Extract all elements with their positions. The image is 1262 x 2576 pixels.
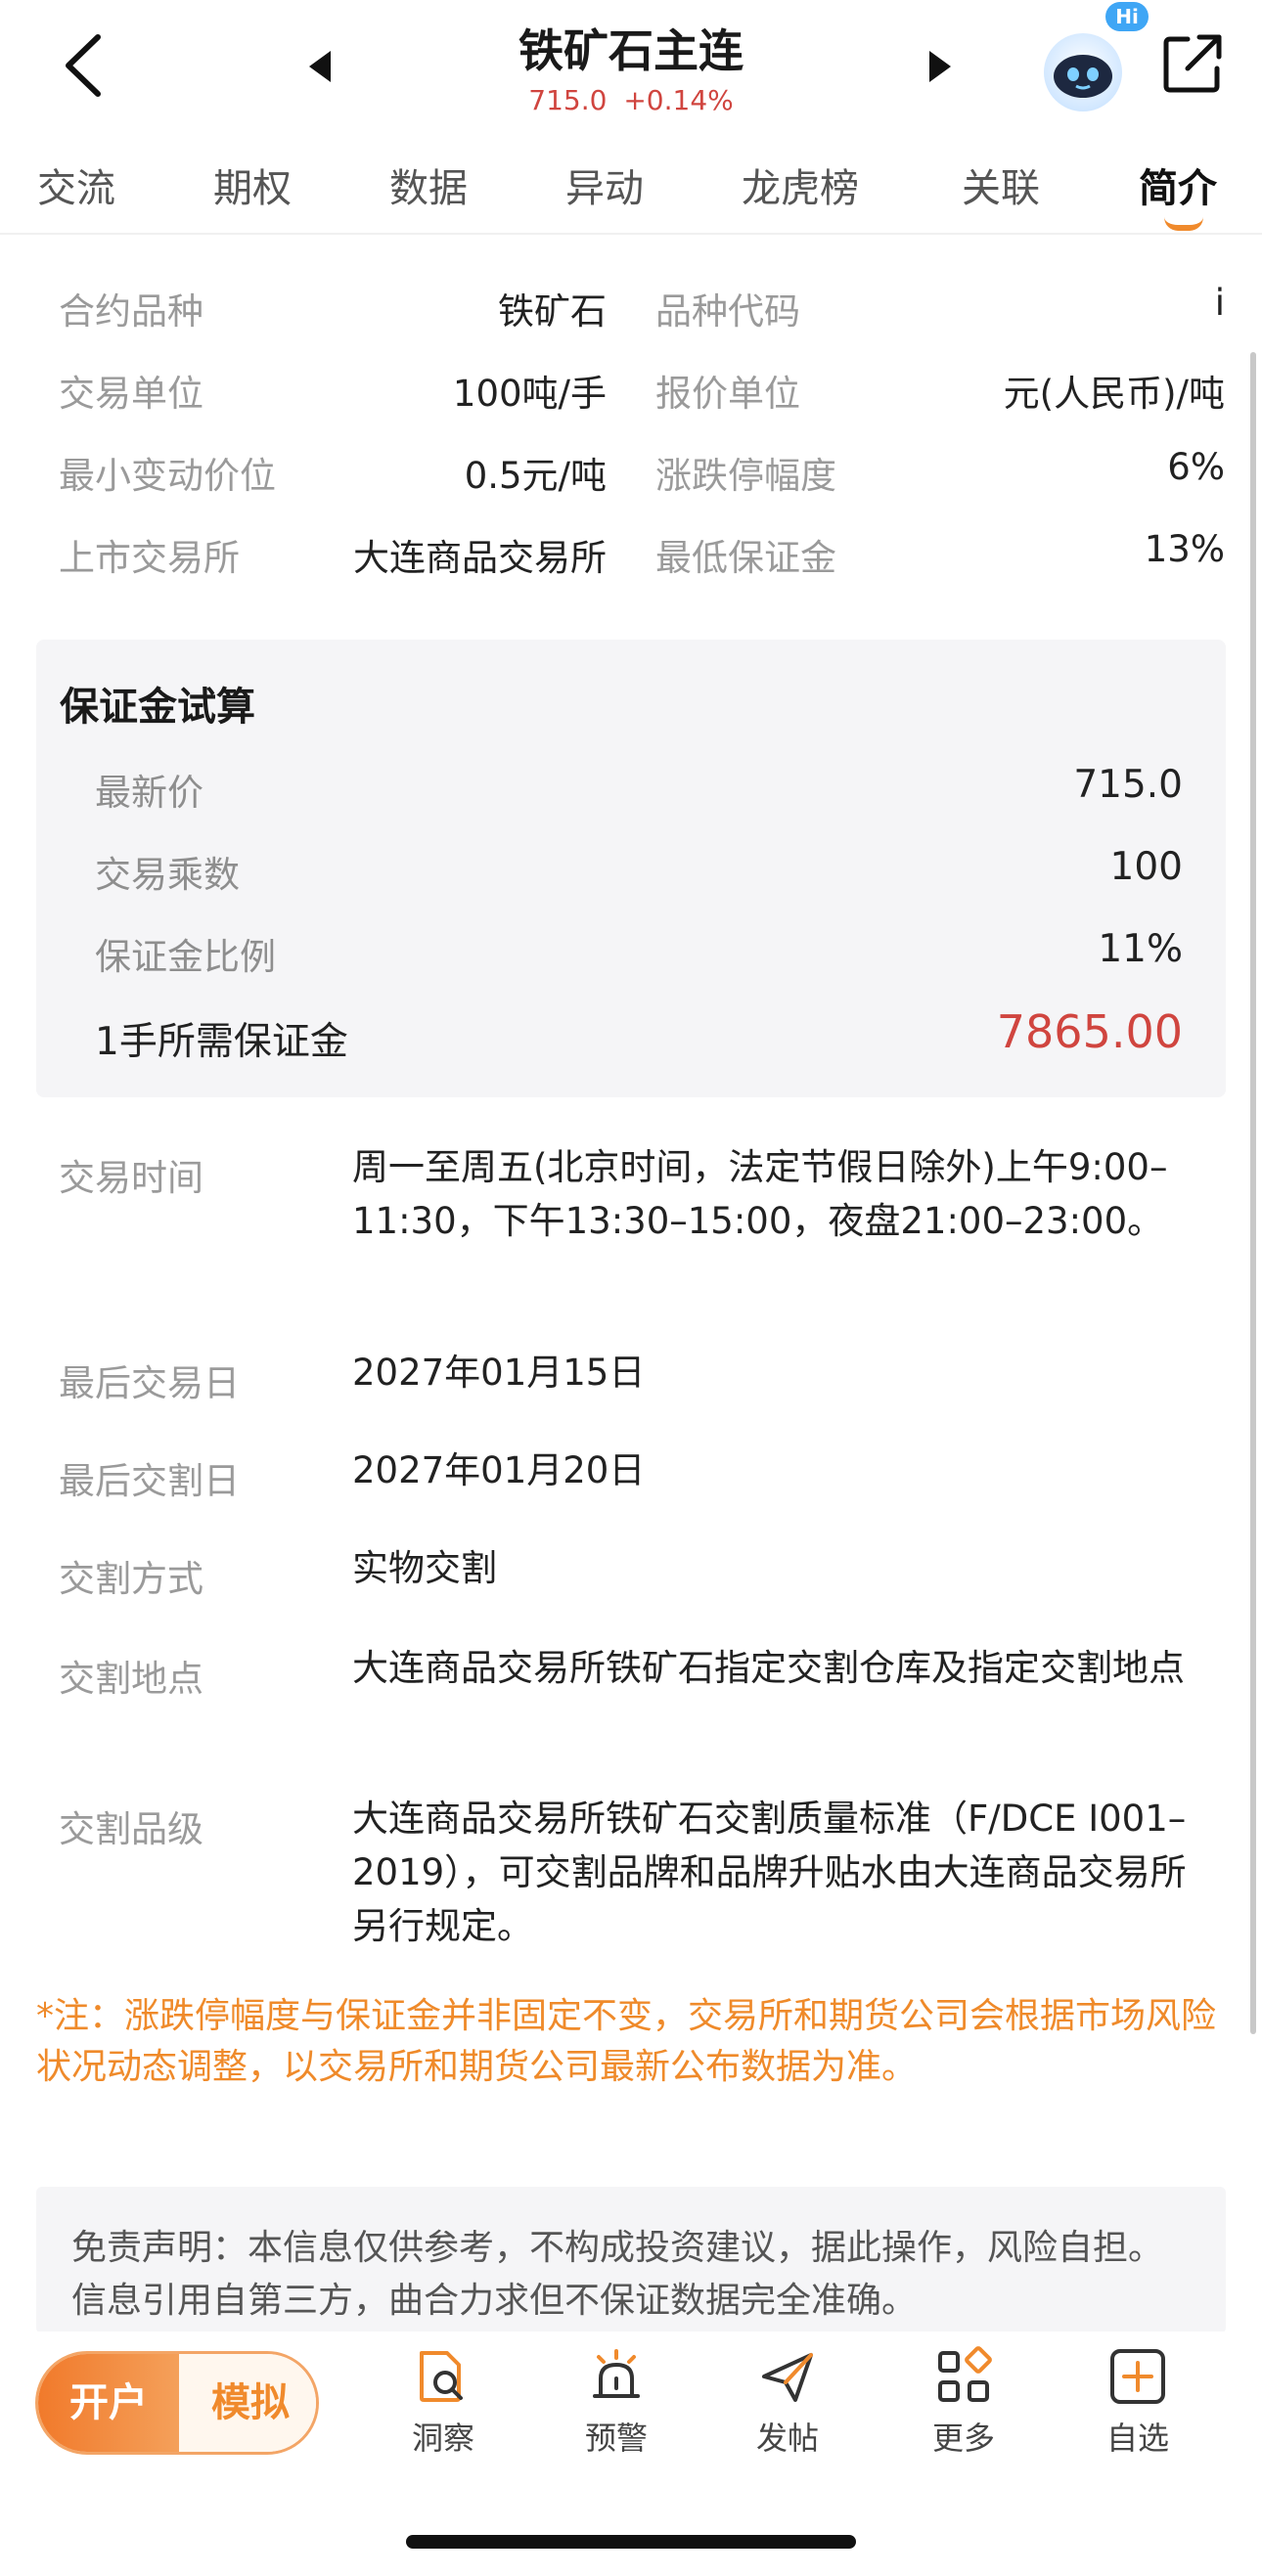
detail-label: 交易时间 [59, 1157, 203, 1199]
spec-label: 合约品种 [59, 290, 203, 333]
spec-label: 报价单位 [655, 373, 800, 415]
calc-row-required-margin: 1手所需保证金 7865.00 [95, 1003, 1202, 1064]
robot-icon [1044, 33, 1122, 111]
detail-label: 交割地点 [59, 1658, 203, 1700]
section-tabs: 交流 期权 数据 异动 龙虎榜 关联 简介 [0, 147, 1262, 235]
insight-icon [420, 2351, 463, 2402]
detail-value: 大连商品交易所铁矿石指定交割仓库及指定交割地点 [352, 1647, 1185, 1689]
calc-label: 保证金比例 [95, 936, 276, 978]
spec-value: 13% [1144, 528, 1225, 570]
calc-value: 11% [1098, 927, 1183, 971]
tab-related[interactable]: 关联 [962, 156, 1040, 213]
next-contract-icon[interactable] [929, 51, 951, 82]
contract-spec: 合约品种 铁矿石 品种代码 i 交易单位 100吨/手 报价单位 元(人民币)/… [0, 264, 1262, 593]
home-indicator[interactable] [406, 2535, 856, 2549]
tab-data[interactable]: 数据 [389, 156, 468, 213]
calculator-title: 保证金试算 [60, 685, 255, 730]
detail-value: 实物交割 [352, 1547, 497, 1589]
spec-value: 大连商品交易所 [353, 537, 607, 579]
spec-row: 上市交易所 大连商品交易所 最低保证金 13% [0, 511, 1262, 593]
simulated-trading-button[interactable]: 模拟 [179, 2354, 316, 2452]
toolbar-item-post[interactable]: 发帖 [729, 2345, 846, 2459]
spec-label: 品种代码 [655, 290, 800, 333]
toolbar-item-watchlist[interactable]: 自选 [1079, 2345, 1196, 2459]
detail-label: 交割方式 [59, 1558, 203, 1600]
tab-top-list[interactable]: 龙虎榜 [742, 156, 859, 213]
calc-total-label: 1手所需保证金 [95, 1020, 348, 1064]
spec-label: 最小变动价位 [59, 455, 276, 497]
spec-label: 涨跌停幅度 [655, 455, 836, 497]
toolbar-item-insight[interactable]: 洞察 [384, 2345, 502, 2459]
detail-label: 最后交易日 [59, 1362, 240, 1404]
share-button[interactable] [1158, 29, 1227, 98]
share-icon [1163, 34, 1222, 93]
detail-value: 2027年01月20日 [352, 1449, 646, 1491]
detail-value: 大连商品交易所铁矿石交割质量标准（F/DCE I001–2019），可交割品牌和… [352, 1798, 1187, 1947]
spec-row: 交易单位 100吨/手 报价单位 元(人民币)/吨 [0, 346, 1262, 428]
hi-badge: Hi [1105, 2, 1149, 31]
tab-intro[interactable]: 简介 [1139, 156, 1217, 213]
detail-label: 最后交割日 [59, 1460, 240, 1502]
open-account-button[interactable]: 开户 [38, 2354, 179, 2452]
spec-label: 上市交易所 [59, 537, 240, 579]
send-icon [762, 2353, 813, 2402]
calc-total-value: 7865.00 [996, 1005, 1183, 1058]
spec-value: 100吨/手 [452, 373, 607, 415]
toolbar-label: 预警 [584, 2420, 648, 2457]
more-icon [938, 2346, 992, 2402]
spec-label: 最低保证金 [655, 537, 836, 579]
calc-value: 715.0 [1073, 763, 1183, 807]
toolbar-item-more[interactable]: 更多 [905, 2345, 1022, 2459]
tab-communication[interactable]: 交流 [37, 156, 115, 213]
detail-value: 2027年01月15日 [352, 1352, 646, 1394]
spec-value: 6% [1167, 446, 1225, 488]
calc-row-multiplier: 交易乘数 100 [95, 837, 1202, 896]
detail-label: 交割品级 [59, 1808, 203, 1850]
disclaimer-text: 免责声明：本信息仅供参考，不构成投资建议，据此操作，风险自担。信息引用自第三方，… [71, 2228, 1164, 2321]
margin-calculator: 保证金试算 最新价 715.0 交易乘数 100 保证金比例 11% 1手所需保… [36, 640, 1226, 1097]
toolbar-label: 更多 [931, 2420, 995, 2457]
calc-row-margin-ratio: 保证金比例 11% [95, 919, 1202, 978]
spec-value: i [1214, 282, 1225, 324]
price-change: +0.14% [623, 84, 734, 116]
toolbar-item-alert[interactable]: 预警 [558, 2345, 675, 2459]
divider [0, 233, 1262, 235]
calc-label: 最新价 [95, 772, 203, 814]
active-tab-indicator [1164, 217, 1203, 231]
account-trade-button-group: 开户 模拟 [35, 2351, 319, 2455]
tab-options[interactable]: 期权 [213, 156, 292, 213]
toolbar-label: 洞察 [411, 2420, 474, 2457]
calc-label: 交易乘数 [95, 854, 240, 896]
tab-movements[interactable]: 异动 [565, 156, 644, 213]
spec-value: 铁矿石 [498, 290, 607, 333]
toolbar-label: 发帖 [755, 2420, 819, 2457]
top-nav-bar: 铁矿石主连 715.0 +0.14% Hi [0, 0, 1262, 137]
risk-note: *注：涨跌停幅度与保证金并非固定不变，交易所和期货公司会根据市场风险状况动态调整… [36, 1996, 1217, 2087]
calc-row-latest-price: 最新价 715.0 [95, 755, 1202, 814]
scrollbar[interactable] [1250, 352, 1256, 2034]
detail-value: 周一至周五(北京时间，法定节假日除外)上午9:00–11:30，下午13:30–… [352, 1146, 1168, 1242]
add-watchlist-icon [1110, 2349, 1165, 2404]
spec-value: 0.5元/吨 [464, 455, 607, 497]
toolbar-label: 自选 [1105, 2420, 1169, 2457]
calc-value: 100 [1109, 845, 1183, 889]
spec-label: 交易单位 [59, 373, 203, 415]
spec-value: 元(人民币)/吨 [1003, 373, 1225, 415]
disclaimer-box: 免责声明：本信息仅供参考，不构成投资建议，据此操作，风险自担。信息引用自第三方，… [36, 2187, 1226, 2333]
spec-row: 合约品种 铁矿石 品种代码 i [0, 264, 1262, 346]
last-price: 715.0 [528, 84, 608, 116]
alarm-icon [593, 2349, 640, 2398]
spec-row: 最小变动价位 0.5元/吨 涨跌停幅度 6% [0, 428, 1262, 511]
assistant-robot-icon[interactable] [1039, 27, 1127, 115]
